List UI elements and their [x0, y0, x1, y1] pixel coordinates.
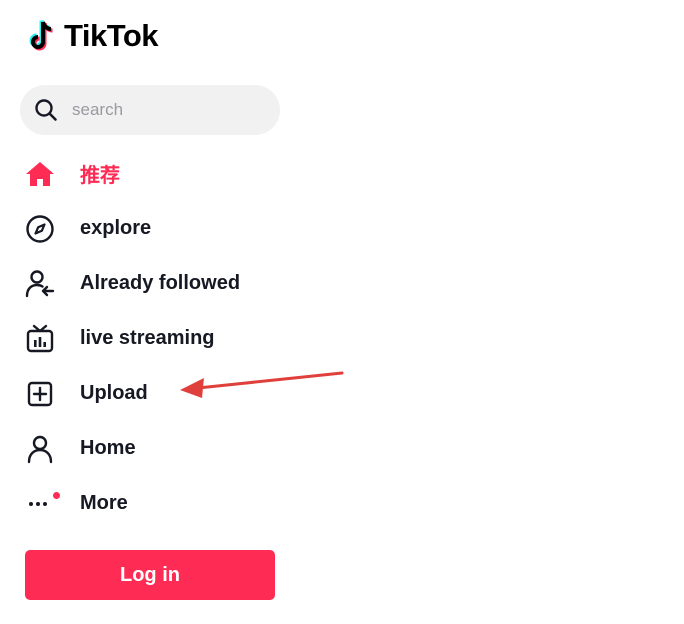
annotation-arrow: [180, 371, 344, 398]
